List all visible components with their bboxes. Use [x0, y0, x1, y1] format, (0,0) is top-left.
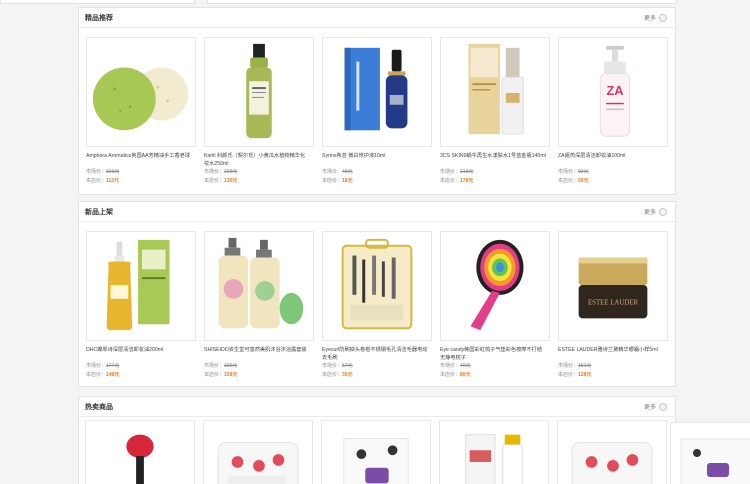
- market-price: 市场价：199元: [204, 363, 238, 369]
- section-header: 热卖商品 更多: [79, 397, 675, 417]
- product-image[interactable]: [204, 37, 314, 147]
- product-card[interactable]: Kiehl 科颜氏（契尔氏）小黄瓜水植物精华化妆水250ml 市场价：229元 …: [204, 37, 314, 186]
- product-image[interactable]: [321, 420, 431, 484]
- section-title: 精品推荐: [85, 14, 113, 22]
- product-grid: [85, 420, 667, 484]
- store-price: 本店价：35元: [322, 372, 353, 378]
- product-image[interactable]: [85, 420, 195, 484]
- section-title: 热卖商品: [85, 403, 113, 411]
- top-main-panel: [207, 0, 677, 4]
- more-link[interactable]: 更多: [644, 13, 667, 22]
- product-card[interactable]: Amphora Aromatics英国AA芳精油手工香皂球 市场价：339元 本…: [86, 37, 196, 186]
- product-name[interactable]: SHISEIDO资生堂可悠然美肌沐浴沐浴露套装: [204, 346, 310, 362]
- section-title: 新品上架: [85, 208, 113, 216]
- product-name[interactable]: 3CS SKIN9蜗牛再生水漾肤水1号蓝金瓶140ml: [440, 152, 546, 168]
- store-price: 本店价：148元: [86, 372, 120, 378]
- product-card[interactable]: [321, 420, 431, 484]
- product-name[interactable]: ESTEE LAUDER雅诗兰黛精华眼霜小样5ml: [558, 346, 664, 362]
- store-price: 本店价：178元: [440, 178, 474, 184]
- product-image[interactable]: [204, 231, 314, 341]
- market-price: 市场价：229元: [204, 169, 238, 175]
- market-price: 市场价：49元: [322, 169, 353, 175]
- product-card-overflow[interactable]: [670, 422, 750, 484]
- product-card[interactable]: Eye candy韩国彩虹梳子气垫彩色按摩不打结无静电梳子 市场价：40元 本店…: [440, 231, 550, 380]
- store-price: 本店价：80元: [440, 372, 471, 378]
- product-card[interactable]: ESTEE LAUDER ESTEE LAUDER雅诗兰黛精华眼霜小样5ml 市…: [558, 231, 668, 380]
- market-price: 市场价：177元: [86, 363, 120, 369]
- store-price: 本店价：18元: [322, 178, 353, 184]
- product-name[interactable]: Kiehl 科颜氏（契尔氏）小黄瓜水植物精华化妆水250ml: [204, 152, 310, 168]
- more-circle-icon[interactable]: [659, 207, 667, 216]
- section-featured: 精品推荐 更多 Amphora Aromatics英国AA芳精油手工香皂球 市场…: [78, 7, 676, 195]
- top-strip: [0, 0, 750, 4]
- product-card[interactable]: 3CS SKIN9蜗牛再生水漾肤水1号蓝金瓶140ml 市场价：213元 本店价…: [440, 37, 550, 186]
- product-image[interactable]: [440, 37, 550, 147]
- more-link[interactable]: 更多: [644, 402, 667, 411]
- product-image[interactable]: [86, 231, 196, 341]
- section-header: 精品推荐 更多: [79, 8, 675, 28]
- store-price: 本店价：128元: [558, 372, 592, 378]
- product-grid: DHC蝶翠诗深层清洁卸妆油200ml 市场价：177元 本店价：148元 SHI…: [79, 222, 675, 380]
- market-price: 市场价：93元: [558, 169, 589, 175]
- product-image[interactable]: [557, 420, 667, 484]
- product-card[interactable]: [85, 420, 195, 484]
- product-card[interactable]: DHC蝶翠诗深层清洁卸妆油200ml 市场价：177元 本店价：148元: [86, 231, 196, 380]
- product-name[interactable]: Eye candy韩国彩虹梳子气垫彩色按摩不打结无静电梳子: [440, 346, 546, 362]
- product-image[interactable]: [86, 37, 196, 147]
- product-image[interactable]: [322, 37, 432, 147]
- product-image[interactable]: [439, 420, 549, 484]
- product-image[interactable]: ESTEE LAUDER: [558, 231, 668, 341]
- product-image[interactable]: [203, 420, 313, 484]
- store-price: 本店价：130元: [204, 178, 238, 184]
- product-image[interactable]: [440, 231, 550, 341]
- product-card[interactable]: Syrinx希芸 微白修护液10ml 市场价：49元 本店价：18元: [322, 37, 432, 186]
- top-left-panel: [0, 0, 195, 4]
- product-name[interactable]: Amphora Aromatics英国AA芳精油手工香皂球: [86, 152, 192, 168]
- section-hot-sale: 热卖商品 更多: [78, 396, 676, 484]
- product-card[interactable]: ZA ZA姬芮深层清洁卸妆油100ml 市场价：93元 本店价：50元: [558, 37, 668, 186]
- product-card[interactable]: Eyecurl防刷掉头卷棍不锈钢毛孔清洁毛器电动去毛刷 市场价：57元 本店价：…: [322, 231, 432, 380]
- svg-text:ESTEE LAUDER: ESTEE LAUDER: [588, 300, 639, 307]
- product-name[interactable]: ZA姬芮深层清洁卸妆油100ml: [558, 152, 664, 168]
- section-new-arrivals: 新品上架 更多 DHC蝶翠诗深层清洁卸妆油200ml 市场价：177元 本店价：…: [78, 201, 676, 387]
- product-card[interactable]: [439, 420, 549, 484]
- product-name[interactable]: Eyecurl防刷掉头卷棍不锈钢毛孔清洁毛器电动去毛刷: [322, 346, 428, 362]
- market-price: 市场价：40元: [440, 363, 471, 369]
- product-grid: Amphora Aromatics英国AA芳精油手工香皂球 市场价：339元 本…: [79, 28, 675, 186]
- product-image[interactable]: [322, 231, 432, 341]
- product-card[interactable]: [557, 420, 667, 484]
- more-circle-icon[interactable]: [659, 13, 667, 22]
- product-name[interactable]: Syrinx希芸 微白修护液10ml: [322, 152, 428, 168]
- market-price: 市场价：151元: [558, 363, 592, 369]
- more-circle-icon[interactable]: [659, 402, 667, 411]
- product-image[interactable]: ZA: [558, 37, 668, 147]
- store-price: 本店价：113元: [86, 178, 120, 184]
- market-price: 市场价：213元: [440, 169, 474, 175]
- market-price: 市场价：339元: [86, 169, 120, 175]
- product-card[interactable]: SHISEIDO资生堂可悠然美肌沐浴沐浴露套装 市场价：199元 本店价：158…: [204, 231, 314, 380]
- store-price: 本店价：50元: [558, 178, 589, 184]
- section-header: 新品上架 更多: [79, 202, 675, 222]
- market-price: 市场价：57元: [322, 363, 353, 369]
- product-name[interactable]: DHC蝶翠诗深层清洁卸妆油200ml: [86, 346, 192, 362]
- product-card[interactable]: [203, 420, 313, 484]
- svg-text:ZA: ZA: [606, 83, 623, 98]
- more-link[interactable]: 更多: [644, 207, 667, 216]
- store-price: 本店价：158元: [204, 372, 238, 378]
